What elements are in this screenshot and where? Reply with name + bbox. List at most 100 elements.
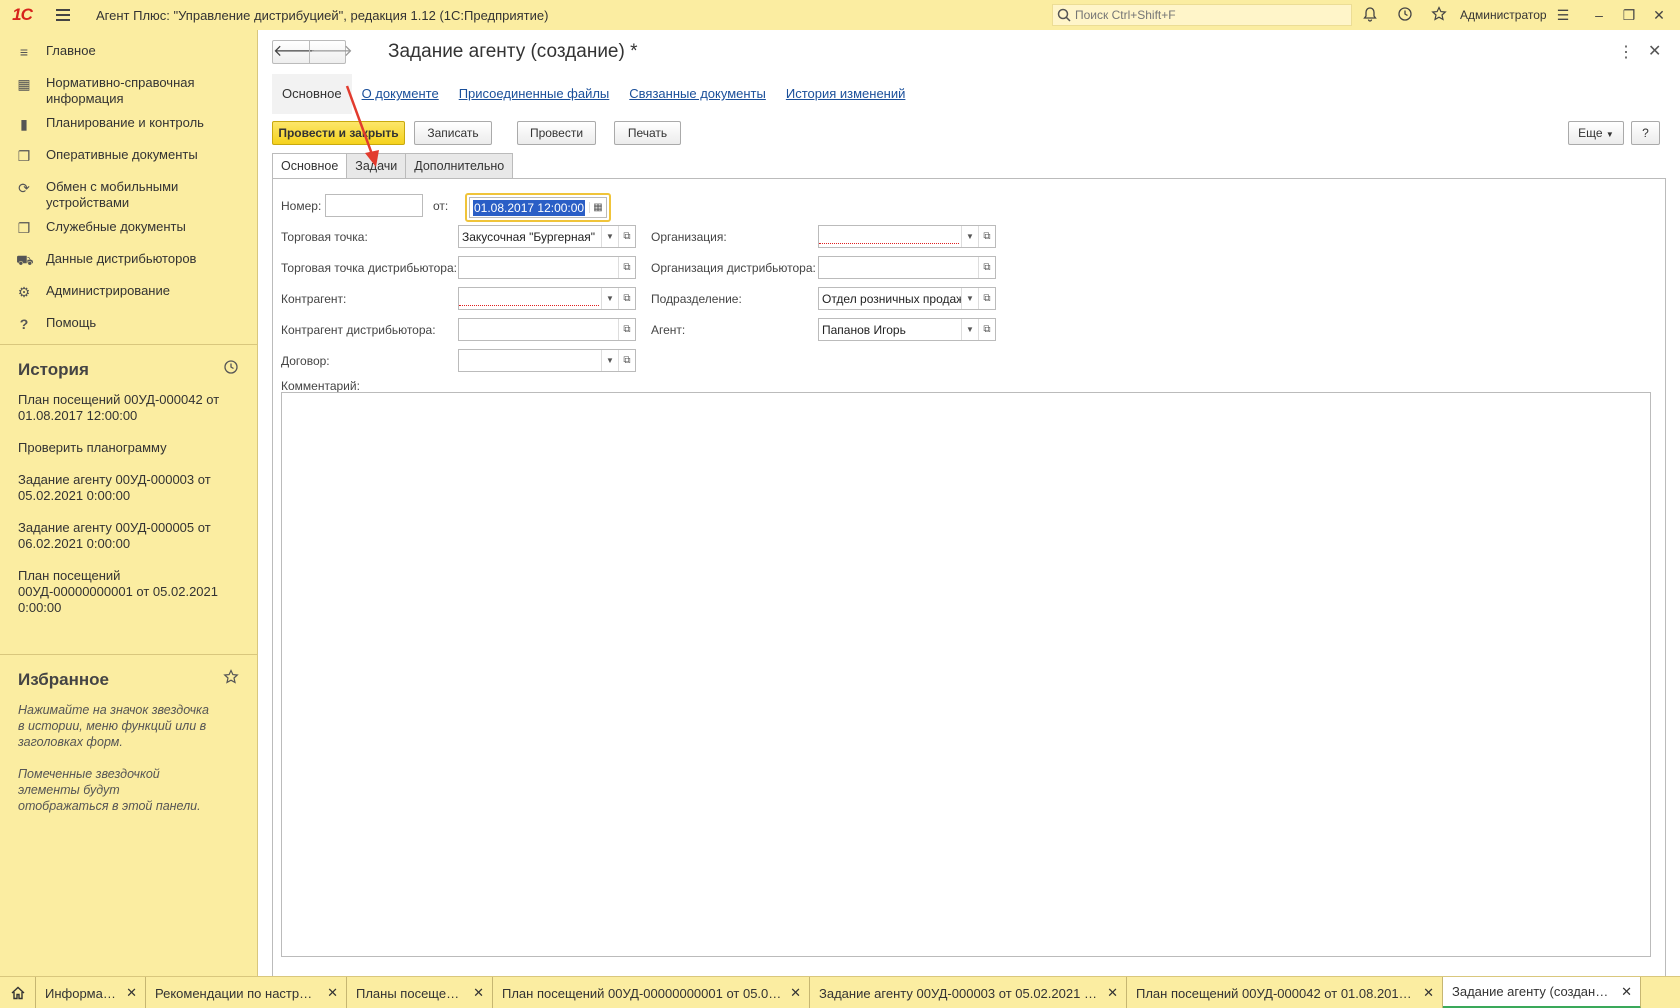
tab-files[interactable]: Присоединенные файлы [449, 74, 620, 114]
history-item[interactable]: Задание агенту 00УД-000005 от 06.02.2021… [0, 504, 240, 552]
close-icon[interactable]: ✕ [1423, 985, 1434, 1001]
open-icon[interactable]: ⧉ [618, 319, 635, 340]
dist-outlet-field[interactable]: ⧉ [458, 256, 636, 279]
chevron-down-icon[interactable]: ▼ [601, 350, 618, 371]
task-tab[interactable]: Рекомендации по настройке ✕ [146, 977, 347, 1008]
open-icon[interactable]: ⧉ [978, 257, 995, 278]
history-icon[interactable] [223, 359, 239, 380]
sidebar-item-label: Обмен с мобильными устройствами [46, 179, 179, 210]
org-value [819, 230, 959, 244]
task-tab[interactable]: План посещений 00УД-000042 от 01.08.2017… [1127, 977, 1443, 1008]
task-tab-label: Задание агенту (создание) * [1452, 984, 1614, 999]
sidebar-item-reference[interactable]: ▦ Нормативно-справочная информация [0, 68, 257, 106]
inner-tab-main[interactable]: Основное [272, 153, 348, 179]
division-field[interactable]: Отдел розничных продаж ▼ ⧉ [818, 287, 996, 310]
search-input[interactable] [1075, 8, 1345, 22]
dist-org-label: Организация дистрибьютора: [651, 261, 816, 275]
open-icon[interactable]: ⧉ [618, 350, 635, 371]
task-tab-active[interactable]: Задание агенту (создание) * ✕ [1443, 977, 1641, 1008]
app-logo[interactable]: 1С [0, 0, 44, 30]
sidebar-item-help[interactable]: ? Помощь [0, 308, 257, 338]
close-icon[interactable]: ✕ [1107, 985, 1118, 1001]
history-icon[interactable] [1396, 6, 1414, 24]
history-header: История [0, 345, 257, 380]
sidebar-item-planning[interactable]: ▮ Планирование и контроль [0, 108, 257, 138]
close-icon[interactable]: ✕ [790, 985, 801, 1001]
task-tab[interactable]: Задание агенту 00УД-000003 от 05.02.2021… [810, 977, 1127, 1008]
close-icon[interactable]: ✕ [473, 985, 484, 1001]
sidebar-item-label: Оперативные документы [46, 147, 198, 162]
history-item[interactable]: План посещений 00УД-00000000001 от 05.02… [0, 552, 240, 616]
inner-tab-additional[interactable]: Дополнительно [405, 153, 514, 179]
tab-history[interactable]: История изменений [776, 74, 916, 114]
task-tab[interactable]: Информация ✕ [36, 977, 146, 1008]
home-icon[interactable] [0, 977, 36, 1008]
dist-org-field[interactable]: ⧉ [818, 256, 996, 279]
close-icon[interactable]: ✕ [1621, 984, 1632, 1000]
search-icon [1057, 8, 1071, 22]
star-icon[interactable] [223, 669, 239, 690]
open-icon[interactable]: ⧉ [618, 257, 635, 278]
open-icon[interactable]: ⧉ [618, 226, 635, 247]
chevron-down-icon[interactable]: ▼ [961, 319, 978, 340]
chevron-down-icon[interactable]: ▼ [601, 226, 618, 247]
close-icon[interactable]: ✕ [126, 985, 137, 1001]
user-name[interactable]: Администратор [1460, 8, 1547, 22]
date-field[interactable]: 01.08.2017 12:00:00 ▦ [469, 197, 607, 218]
open-icon[interactable]: ⧉ [618, 288, 635, 309]
contract-field[interactable]: ▼ ⧉ [458, 349, 636, 372]
close-icon[interactable]: ✕ [327, 985, 338, 1001]
dist-counterparty-field[interactable]: ⧉ [458, 318, 636, 341]
chevron-down-icon[interactable]: ▼ [601, 288, 618, 309]
date-value: 01.08.2017 12:00:00 [473, 199, 586, 216]
task-tab[interactable]: Планы посещений ✕ [347, 977, 493, 1008]
main-menu-icon[interactable] [56, 9, 80, 21]
comment-textarea[interactable] [281, 392, 1651, 957]
settings-menu-icon[interactable]: ☰ [1554, 6, 1572, 24]
history-item[interactable]: План посещений 00УД-000042 от 01.08.2017… [0, 380, 240, 424]
save-button[interactable]: Записать [414, 121, 492, 145]
open-icon[interactable]: ⧉ [978, 288, 995, 309]
calendar-icon[interactable]: ▦ [589, 202, 606, 213]
outlet-field[interactable]: Закусочная "Бургерная" ▼ ⧉ [458, 225, 636, 248]
close-icon[interactable]: ✕ [1648, 41, 1661, 61]
history-item[interactable]: Проверить планограмму [0, 424, 240, 456]
minimize-icon[interactable]: – [1590, 6, 1608, 24]
tab-related[interactable]: Связанные документы [619, 74, 776, 114]
division-label: Подразделение: [651, 292, 742, 306]
open-icon[interactable]: ⧉ [978, 319, 995, 340]
chevron-down-icon[interactable]: ▼ [961, 226, 978, 247]
history-item[interactable]: Задание агенту 00УД-000003 от 05.02.2021… [0, 456, 240, 504]
bell-icon[interactable] [1361, 6, 1379, 24]
sidebar-item-admin[interactable]: ⚙ Администрирование [0, 276, 257, 306]
help-button[interactable]: ? [1631, 121, 1660, 145]
restore-icon[interactable]: ❐ [1620, 6, 1638, 24]
org-field[interactable]: ▼ ⧉ [818, 225, 996, 248]
sidebar-item-operations[interactable]: ❐ Оперативные документы [0, 140, 257, 170]
back-arrow-icon[interactable]: 🡐 [273, 41, 316, 63]
task-tab-label: Рекомендации по настройке [155, 985, 320, 1001]
global-search[interactable] [1052, 4, 1352, 26]
forward-arrow-icon[interactable]: 🡒 [309, 41, 353, 63]
sidebar-item-label: Главное [46, 43, 96, 58]
print-button[interactable]: Печать [614, 121, 681, 145]
sidebar-item-distributors[interactable]: ⛟ Данные дистрибьюторов [0, 244, 257, 274]
sidebar-item-service-docs[interactable]: ❐ Служебные документы [0, 212, 257, 242]
menu-icon: ≡ [19, 44, 29, 60]
sidebar-item-main[interactable]: ≡ Главное [0, 36, 257, 66]
more-vertical-icon[interactable]: ⋮ [1618, 42, 1634, 62]
star-icon[interactable] [1430, 6, 1448, 24]
task-tab[interactable]: План посещений 00УД-00000000001 от 05.02… [493, 977, 810, 1008]
post-button[interactable]: Провести [517, 121, 596, 145]
form-area: 🡐 🡒 Задание агенту (создание) * ⋮ ✕ Осно… [258, 30, 1680, 976]
org-label: Организация: [651, 230, 727, 244]
agent-field[interactable]: Папанов Игорь ▼ ⧉ [818, 318, 996, 341]
number-field[interactable] [325, 194, 423, 217]
sidebar-item-mobile-exchange[interactable]: ⟳ Обмен с мобильными устройствами [0, 172, 257, 210]
counterparty-field[interactable]: ▼ ⧉ [458, 287, 636, 310]
open-icon[interactable]: ⧉ [978, 226, 995, 247]
gear-icon: ⚙ [17, 284, 31, 300]
close-window-icon[interactable]: ✕ [1650, 6, 1668, 24]
more-button[interactable]: Еще ▼ [1568, 121, 1624, 145]
chevron-down-icon[interactable]: ▼ [961, 288, 978, 309]
